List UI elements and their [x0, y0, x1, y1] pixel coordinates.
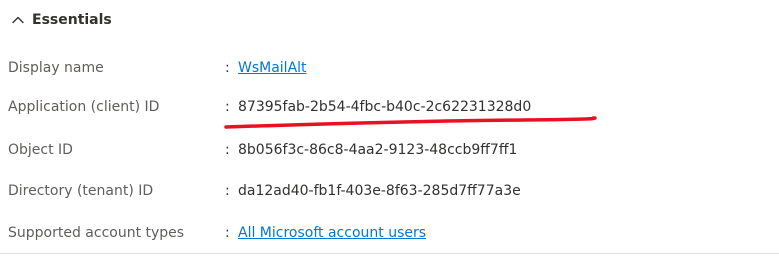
- object-id-label: Object ID: [8, 142, 73, 158]
- property-row-client-id: Application (client) ID : 87395fab-2b54-…: [8, 96, 531, 118]
- separator: :: [225, 60, 230, 76]
- separator: :: [225, 99, 230, 115]
- property-row-display-name: Display name : WsMailAlt: [8, 57, 307, 79]
- tenant-id-value: da12ad40-fb1f-403e-8f63-285d7ff77a3e: [238, 183, 521, 199]
- separator: :: [225, 142, 230, 158]
- tenant-id-label: Directory (tenant) ID: [8, 183, 154, 199]
- object-id-value: 8b056f3c-86c8-4aa2-9123-48ccb9ff7ff1: [238, 142, 518, 158]
- property-row-account-types: Supported account types : All Microsoft …: [8, 222, 426, 244]
- display-name-label: Display name: [8, 60, 104, 76]
- essentials-toggle[interactable]: Essentials: [10, 8, 112, 32]
- property-row-tenant-id: Directory (tenant) ID : da12ad40-fb1f-40…: [8, 180, 521, 202]
- essentials-title: Essentials: [32, 12, 112, 28]
- essentials-panel: Essentials Display name : WsMailAlt Appl…: [0, 0, 779, 262]
- property-row-object-id: Object ID : 8b056f3c-86c8-4aa2-9123-48cc…: [8, 139, 517, 161]
- account-types-link[interactable]: All Microsoft account users: [238, 225, 426, 241]
- account-types-label: Supported account types: [8, 225, 185, 241]
- separator: :: [225, 225, 230, 241]
- divider: [0, 253, 779, 254]
- display-name-link[interactable]: WsMailAlt: [238, 60, 307, 76]
- client-id-label: Application (client) ID: [8, 99, 160, 115]
- client-id-value: 87395fab-2b54-4fbc-b40c-2c62231328d0: [238, 99, 532, 115]
- chevron-up-icon: [12, 16, 24, 24]
- separator: :: [225, 183, 230, 199]
